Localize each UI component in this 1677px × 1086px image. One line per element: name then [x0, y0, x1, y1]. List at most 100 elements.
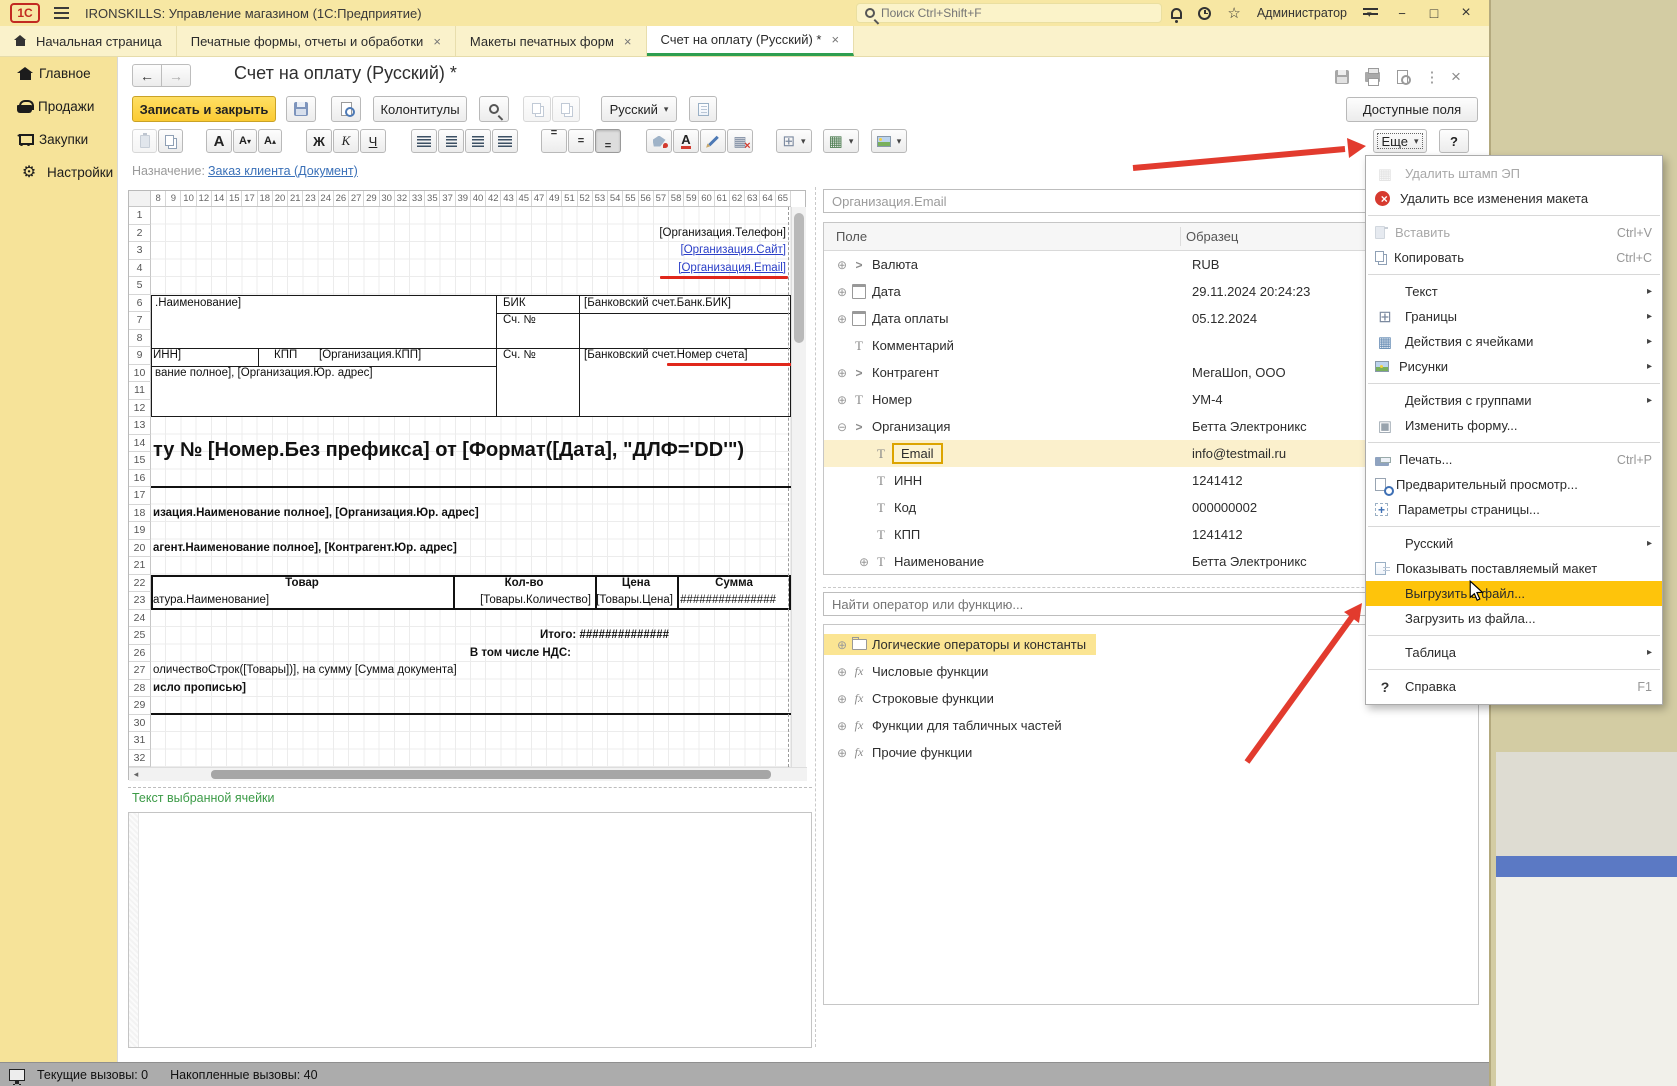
column-header[interactable]: 10: [181, 191, 196, 206]
hamburger-menu-icon[interactable]: [54, 7, 69, 19]
notifications-icon[interactable]: [1171, 8, 1182, 19]
column-header[interactable]: 58: [669, 191, 684, 206]
row-header[interactable]: 15: [129, 452, 151, 470]
row-header[interactable]: 8: [129, 330, 151, 348]
row-header[interactable]: 24: [129, 610, 151, 628]
column-header[interactable]: 52: [578, 191, 593, 206]
row-header[interactable]: 12: [129, 400, 151, 418]
menu-item[interactable]: Вставить Ctrl+V: [1366, 220, 1662, 245]
available-fields-button[interactable]: Доступные поля: [1346, 97, 1478, 122]
row-header[interactable]: 25: [129, 627, 151, 645]
font-larger-button[interactable]: А▴: [258, 129, 282, 153]
font-color-button[interactable]: А: [673, 129, 699, 153]
sidebar-item[interactable]: Закупки: [0, 123, 117, 156]
menu-item[interactable]: Изменить форму...: [1366, 413, 1662, 438]
column-header[interactable]: 53: [593, 191, 608, 206]
expand-icon[interactable]: ⊖: [834, 420, 850, 434]
expand-icon[interactable]: ⊕: [834, 366, 850, 380]
row-header[interactable]: 28: [129, 680, 151, 698]
menu-item[interactable]: Таблица: [1366, 640, 1662, 665]
user-name[interactable]: Администратор: [1257, 6, 1347, 20]
row-header[interactable]: 18: [129, 505, 151, 523]
expand-icon[interactable]: ⊕: [834, 285, 850, 299]
expand-icon[interactable]: ⊕: [834, 665, 850, 679]
row-header[interactable]: 5: [129, 277, 151, 295]
menu-item[interactable]: Показывать поставляемый макет: [1366, 556, 1662, 581]
tab[interactable]: Счет на оплату (Русский) *: [647, 26, 855, 56]
column-header[interactable]: 27: [349, 191, 364, 206]
menu-item[interactable]: Выгрузить в файл...: [1366, 581, 1662, 606]
row-header[interactable]: 31: [129, 732, 151, 750]
column-header[interactable]: 21: [288, 191, 303, 206]
align-right-button[interactable]: [465, 129, 491, 153]
column-header[interactable]: 9: [166, 191, 181, 206]
row-header[interactable]: 2: [129, 225, 151, 243]
menu-item[interactable]: Действия с группами: [1366, 388, 1662, 413]
sheet-cell[interactable]: Итого: ##############: [540, 627, 669, 645]
maximize-button[interactable]: [1426, 5, 1442, 21]
column-header[interactable]: 15: [227, 191, 242, 206]
menu-item[interactable]: Параметры страницы...: [1366, 497, 1662, 522]
find-button[interactable]: [479, 96, 509, 122]
menu-item[interactable]: Справка F1: [1366, 674, 1662, 699]
menu-item[interactable]: Границы: [1366, 304, 1662, 329]
sheet-cell[interactable]: ту № [Номер.Без префикса] от [Формат([Да…: [153, 433, 744, 469]
paste-button[interactable]: [132, 129, 157, 153]
column-header[interactable]: 33: [410, 191, 425, 206]
sheet-cell[interactable]: [Банковский счет.Номер счета]: [584, 347, 748, 365]
form-preview-icon[interactable]: [1391, 68, 1413, 86]
column-header[interactable]: 56: [639, 191, 654, 206]
sheet-cell[interactable]: Товар: [151, 575, 453, 593]
row-header[interactable]: 9: [129, 347, 151, 365]
column-header[interactable]: 65: [776, 191, 791, 206]
column-header[interactable]: 61: [715, 191, 730, 206]
sheet-cell[interactable]: [Банковский счет.Банк.БИК]: [584, 295, 731, 313]
sheet-vertical-scrollbar[interactable]: [791, 207, 806, 767]
column-header[interactable]: 40: [471, 191, 486, 206]
column-header[interactable]: 62: [730, 191, 745, 206]
save-button[interactable]: [286, 96, 316, 122]
underline-button[interactable]: Ч: [360, 129, 386, 153]
sheet-cell[interactable]: агент.Наименование полное], [Контрагент.…: [153, 540, 457, 558]
help-button[interactable]: ?: [1439, 129, 1469, 153]
row-header[interactable]: 7: [129, 312, 151, 330]
row-header[interactable]: 29: [129, 697, 151, 715]
tab-close-icon[interactable]: [624, 34, 632, 49]
align-left-button[interactable]: [411, 129, 437, 153]
fill-color-button[interactable]: [646, 129, 672, 153]
sheet-cell[interactable]: оличествоСтрок([Товары])], на сумму [Сум…: [153, 662, 457, 680]
row-header[interactable]: 20: [129, 540, 151, 558]
purpose-link[interactable]: Заказ клиента (Документ): [208, 164, 358, 178]
row-header[interactable]: 17: [129, 487, 151, 505]
menu-item[interactable]: Удалить штамп ЭП: [1366, 161, 1662, 186]
minimize-button[interactable]: [1394, 6, 1410, 21]
column-header[interactable]: 54: [608, 191, 623, 206]
cells-dropdown[interactable]: [823, 129, 859, 153]
close-window-button[interactable]: [1458, 4, 1474, 22]
column-header[interactable]: 45: [517, 191, 532, 206]
menu-item[interactable]: Текст: [1366, 279, 1662, 304]
sheet-cell[interactable]: [Товары.Количество]: [480, 592, 591, 610]
expand-icon[interactable]: ⊕: [856, 555, 872, 569]
sheet-cell[interactable]: [Организация.Сайт]: [681, 242, 786, 260]
row-header[interactable]: 6: [129, 295, 151, 313]
column-header[interactable]: 63: [745, 191, 760, 206]
column-header[interactable]: 18: [258, 191, 273, 206]
sidebar-item[interactable]: Настройки: [0, 156, 117, 189]
favorites-icon[interactable]: [1227, 4, 1240, 23]
sheet-cell[interactable]: Сч. №: [503, 347, 536, 365]
service-menu-icon[interactable]: [1363, 7, 1378, 19]
panel-splitter[interactable]: [815, 187, 816, 1047]
column-header[interactable]: 43: [501, 191, 516, 206]
menu-item[interactable]: Копировать Ctrl+C: [1366, 245, 1662, 270]
column-header[interactable]: 17: [242, 191, 257, 206]
sheet-cell[interactable]: вание полное], [Организация.Юр. адрес]: [155, 365, 373, 383]
row-header[interactable]: 30: [129, 715, 151, 733]
row-header[interactable]: 21: [129, 557, 151, 575]
sheet-cell[interactable]: Сумма: [677, 575, 791, 593]
sheet-corner-cell[interactable]: [129, 191, 151, 207]
bottom-splitter[interactable]: [128, 787, 812, 788]
sheet-cell[interactable]: изация.Наименование полное], [Организаци…: [153, 505, 479, 523]
nav-back-button[interactable]: [132, 64, 162, 87]
valign-top-button[interactable]: =: [541, 129, 567, 153]
